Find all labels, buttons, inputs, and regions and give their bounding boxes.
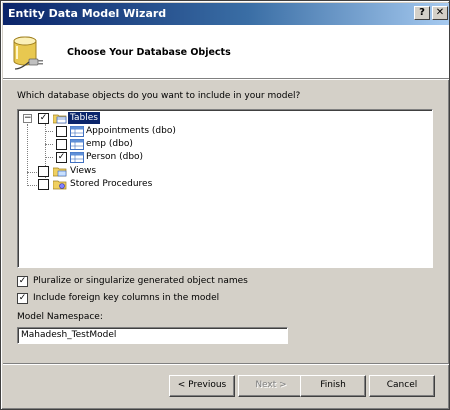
button-separator <box>3 363 449 365</box>
views-checkbox[interactable] <box>38 166 49 177</box>
appointments-label: Appointments (dbo) <box>86 126 176 136</box>
tree-node-person[interactable]: ✓ Person (dbo) <box>18 151 238 164</box>
window-title: Entity Data Model Wizard <box>8 7 167 20</box>
table-icon <box>70 126 84 137</box>
person-label: Person (dbo) <box>86 152 144 162</box>
pluralize-checkbox[interactable]: ✓ <box>17 276 28 287</box>
appointments-checkbox[interactable] <box>56 126 67 137</box>
tables-folder-icon <box>53 114 67 124</box>
collapse-icon[interactable]: − <box>23 114 32 123</box>
emp-checkbox[interactable] <box>56 139 67 150</box>
tables-label: Tables <box>68 112 100 124</box>
tree-node-emp[interactable]: emp (dbo) <box>18 138 238 151</box>
stored-procedures-checkbox[interactable] <box>38 179 49 190</box>
database-plug-icon <box>13 36 43 70</box>
database-objects-tree[interactable]: − ✓ Tables Appointments (dbo) emp (dbo) … <box>17 109 433 268</box>
objects-question-label: Which database objects do you want to in… <box>17 91 301 101</box>
previous-button[interactable]: < Previous <box>169 375 235 397</box>
model-namespace-input[interactable]: Mahadesh_TestModel <box>17 327 288 344</box>
table-icon <box>70 139 84 150</box>
views-label: Views <box>70 166 97 176</box>
wizard-window: Entity Data Model Wizard ? ✕ Choose Your… <box>0 0 450 410</box>
tree-node-views[interactable]: Views <box>18 165 218 178</box>
cancel-button[interactable]: Cancel <box>369 375 435 397</box>
close-button[interactable]: ✕ <box>432 6 448 20</box>
views-folder-icon <box>53 167 67 177</box>
next-button[interactable]: Next > <box>238 375 304 397</box>
tree-node-stored-procedures[interactable]: Stored Procedures <box>18 178 238 191</box>
foreign-keys-checkbox[interactable]: ✓ <box>17 293 28 304</box>
person-checkbox[interactable]: ✓ <box>56 152 67 163</box>
table-icon <box>70 152 84 163</box>
finish-button[interactable]: Finish <box>300 375 366 397</box>
page-title: Choose Your Database Objects <box>67 47 231 58</box>
foreign-keys-label: Include foreign key columns in the model <box>33 293 220 303</box>
model-namespace-label: Model Namespace: <box>17 312 103 322</box>
stored-procedures-label: Stored Procedures <box>70 179 153 189</box>
tree-node-tables[interactable]: − ✓ Tables <box>18 112 218 125</box>
help-button[interactable]: ? <box>414 6 430 20</box>
tables-checkbox[interactable]: ✓ <box>38 113 49 124</box>
pluralize-label: Pluralize or singularize generated objec… <box>33 276 248 286</box>
tree-node-appointments[interactable]: Appointments (dbo) <box>18 125 238 138</box>
emp-label: emp (dbo) <box>86 139 133 149</box>
stored-procedures-folder-icon <box>53 180 67 190</box>
header-band: Choose Your Database Objects <box>3 25 449 80</box>
title-bar[interactable]: Entity Data Model Wizard ? ✕ <box>3 3 449 25</box>
